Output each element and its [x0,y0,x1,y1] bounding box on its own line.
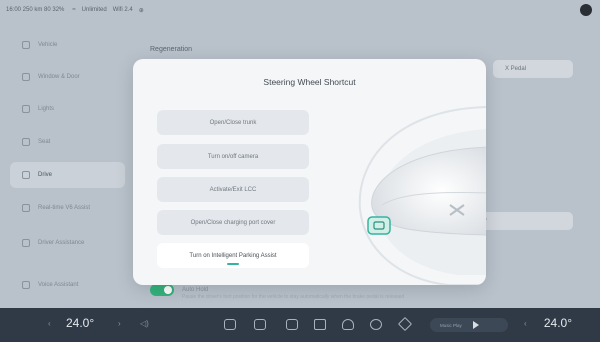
light-icon [22,105,30,113]
sidebar-item-seat[interactable]: Seat [10,129,125,155]
navigation-icon[interactable] [397,316,413,332]
fan-icon[interactable] [224,319,236,330]
option-intelligent-parking-assist[interactable]: Turn on Intelligent Parking Assist [157,243,309,268]
media-label: Music Play [440,322,462,328]
volume-icon[interactable]: ◁) [140,319,149,328]
sidebar-item-label: Voice Assistant [38,282,79,288]
right-temp-decrease-icon[interactable]: ‹ [524,319,527,328]
auto-hold-description: Pause the driver's foot position for the… [182,294,405,300]
settings-sidebar: Vehicle Window & Door Lights Seat Drive … [0,28,135,308]
option-charging-port-cover[interactable]: Open/Close charging port cover [157,210,309,235]
steering-wheel-illustration [358,106,486,285]
sidebar-item-realtime-assist[interactable]: Real-time V6 Assist [10,195,125,221]
assist-icon [22,204,30,212]
sidebar-item-voice-assistant[interactable]: Voice Assistant [10,272,125,298]
driver-icon [22,239,30,247]
wifi-icon: ≈ [72,7,76,13]
auto-hold-label: Auto Hold [182,287,209,293]
sidebar-item-label: Drive [38,172,53,178]
sidebar-item-drive[interactable]: Drive [10,162,125,188]
sidebar-item-label: Driver Assistance [38,240,85,246]
sidebar-item-label: Vehicle [38,42,58,48]
user-avatar-icon[interactable] [580,4,592,16]
regeneration-label: Regeneration [150,46,193,53]
shortcut-button-icon [367,216,391,235]
sidebar-item-label: Seat [38,139,51,145]
option-turn-on-off-camera[interactable]: Turn on/off camera [157,144,309,169]
nav-status-label: Unlimited [81,7,107,13]
status-bar: 16:00 250 km 80 32% ≈ Unlimited Wifi 2.4… [0,0,600,20]
sidebar-item-window-door[interactable]: Window & Door [10,64,125,90]
voice-icon [22,281,30,289]
option-open-close-trunk[interactable]: Open/Close trunk [157,110,309,135]
sidebar-item-vehicle[interactable]: Vehicle [10,32,125,58]
steering-icon [22,171,30,179]
home-icon[interactable] [342,319,354,330]
option-activate-exit-lcc[interactable]: Activate/Exit LCC [157,177,309,202]
nav-status-sub: Wifi 2.4 [112,7,133,13]
sidebar-item-label: Lights [38,106,55,112]
dialog-title: Steering Wheel Shortcut [263,77,356,87]
sidebar-item-label: Real-time V6 Assist [38,205,91,211]
auto-hold-toggle[interactable] [150,284,174,296]
seat-heat-icon[interactable] [286,319,298,330]
steering-wheel-shortcut-dialog: Steering Wheel Shortcut Open/Close trunk… [133,59,486,285]
sidebar-item-lights[interactable]: Lights [10,96,125,122]
sidebar-item-label: Window & Door [38,74,80,80]
grid-icon[interactable] [254,319,266,330]
play-icon[interactable] [472,321,479,329]
sidebar-item-driver-assistance[interactable]: Driver Assistance [10,230,125,256]
seat-icon [22,138,30,146]
right-temperature[interactable]: 24.0° [544,316,572,330]
climate-dock: ‹ 24.0° › ◁) Music Play ‹ 24.0° [0,308,600,342]
media-player[interactable]: Music Play [430,318,508,332]
phone-icon[interactable] [370,319,382,330]
car-icon [22,41,30,49]
left-temp-increase-icon[interactable]: › [118,319,121,328]
auto-hold-row: Auto Hold Pause the driver's foot positi… [150,284,404,300]
status-time-battery: 16:00 250 km 80 32% [6,7,65,13]
left-temperature[interactable]: 24.0° [66,316,94,330]
left-temp-decrease-icon[interactable]: ‹ [48,319,51,328]
music-icon[interactable] [314,319,326,330]
door-icon [22,73,30,81]
add-icon[interactable]: ⊕ [139,7,144,14]
x-pedal-option[interactable]: X Pedal [493,60,573,78]
